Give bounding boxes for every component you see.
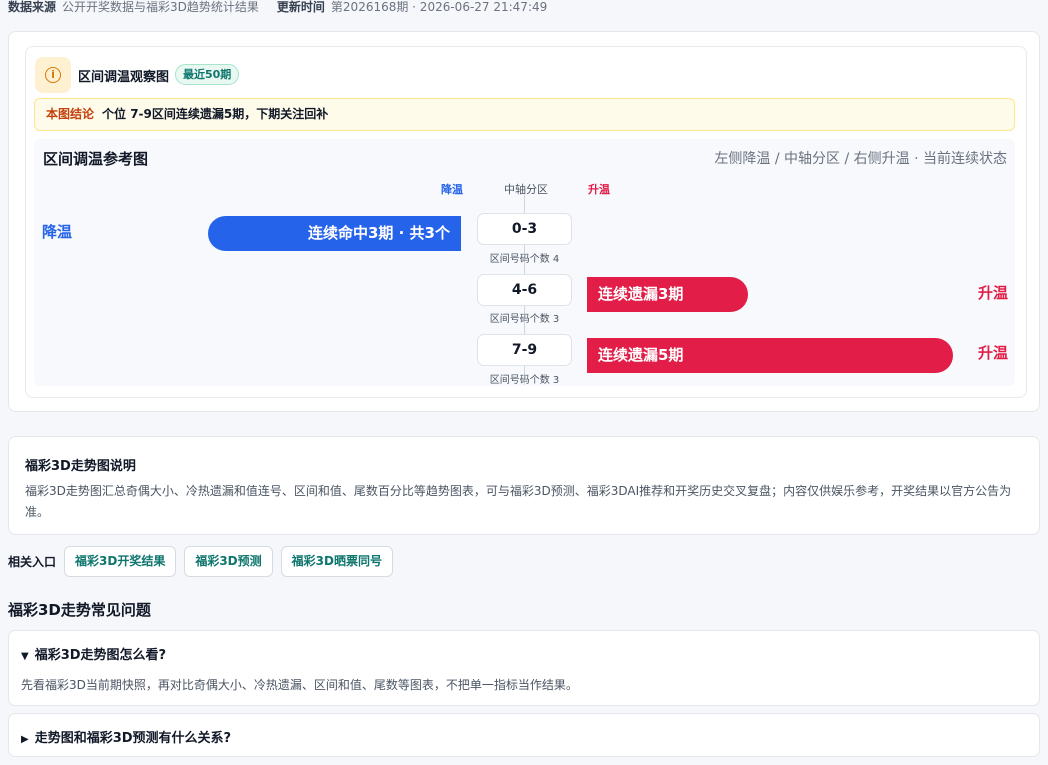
side-label-cool: 降温 — [42, 223, 73, 241]
faq-question-2-text: 走势图和福彩3D预测有什么关系? — [34, 731, 232, 746]
source-label: 数据来源 — [8, 0, 57, 14]
reference-chart: 区间调温参考图 左侧降温 / 中轴分区 / 右侧升温 · 当前连续状态 降温 中… — [34, 139, 1015, 386]
side-label-warm-7-9: 升温 — [977, 344, 1008, 362]
streak-bar-7-9: 连续遗漏5期 — [587, 338, 953, 373]
faq-question-1[interactable]: ▼ 福彩3D走势图怎么看? — [21, 644, 166, 663]
zone-temperature-panel: i 区间调温观察图 最近50期 本图结论 个位 7-9区间连续遗漏5期，下期关注回… — [25, 46, 1027, 398]
triangle-right-icon: ▶ — [21, 734, 29, 745]
description-title: 福彩3D走势图说明 — [25, 459, 136, 474]
description-body: 福彩3D走势图汇总奇偶大小、冷热遗漏和值连号、区间和值、尾数百分比等趋势图表，可… — [25, 484, 1012, 519]
reference-title: 区间调温参考图 — [43, 150, 149, 168]
update-value: 第2026168期 · 2026-06-27 21:47:49 — [330, 0, 548, 14]
link-prediction[interactable]: 福彩3D预测 — [184, 545, 273, 577]
link-ticket-share[interactable]: 福彩3D晒票同号 — [280, 545, 393, 577]
faq-question-2[interactable]: ▶ 走势图和福彩3D预测有什么关系? — [21, 727, 231, 746]
column-head-axis: 中轴分区 — [504, 183, 548, 196]
zone-count-7-9: 区间号码个数 3 — [489, 375, 560, 386]
column-head-warm: 升温 — [588, 183, 610, 196]
faq-item-expanded[interactable]: ▼ 福彩3D走势图怎么看? 先看福彩3D当前期快照，再对比奇偶大小、冷热遗漏、区间… — [8, 630, 1040, 706]
link-draw-results[interactable]: 福彩3D开奖结果 — [64, 545, 177, 577]
zone-box-4-6: 4-6 — [477, 274, 572, 306]
faq-question-1-text: 福彩3D走势图怎么看? — [34, 648, 167, 663]
faq-title: 福彩3D走势常见问题 — [8, 601, 151, 619]
recent-periods-badge: 最近50期 — [175, 64, 240, 85]
faq-item-collapsed[interactable]: ▶ 走势图和福彩3D预测有什么关系? — [8, 713, 1040, 757]
streak-bar-0-3: 连续命中3期 · 共3个 — [208, 216, 461, 251]
trend-description-card: 福彩3D走势图说明 福彩3D走势图汇总奇偶大小、冷热遗漏和值连号、区间和值、尾数… — [8, 436, 1040, 535]
source-value: 公开开奖数据与福彩3D趋势统计结果 — [62, 0, 259, 14]
conclusion-banner: 本图结论 个位 7-9区间连续遗漏5期，下期关注回补 — [34, 98, 1015, 131]
streak-bar-4-6: 连续遗漏3期 — [587, 277, 748, 312]
update-label: 更新时间 — [276, 0, 325, 14]
zone-box-0-3: 0-3 — [477, 213, 572, 245]
zone-count-4-6: 区间号码个数 3 — [489, 314, 560, 325]
side-label-warm-4-6: 升温 — [977, 284, 1008, 302]
related-label: 相关入口 — [8, 554, 57, 569]
reference-subtitle: 左侧降温 / 中轴分区 / 右侧升温 · 当前连续状态 — [714, 151, 1007, 167]
conclusion-text: 个位 7-9区间连续遗漏5期，下期关注回补 — [102, 107, 329, 121]
data-source-bar: 数据来源 公开开奖数据与福彩3D趋势统计结果 更新时间 第2026168期 · 202… — [8, 0, 547, 16]
faq-answer-1: 先看福彩3D当前期快照，再对比奇偶大小、冷热遗漏、区间和值、尾数等图表，不把单一… — [21, 678, 578, 692]
column-head-cool: 降温 — [441, 183, 463, 196]
triangle-down-icon: ▼ — [21, 651, 29, 662]
conclusion-label: 本图结论 — [46, 107, 95, 121]
info-icon: i — [35, 57, 71, 93]
zone-count-0-3: 区间号码个数 4 — [489, 254, 560, 265]
panel-title: 区间调温观察图 — [78, 70, 170, 85]
related-links: 相关入口 福彩3D开奖结果 福彩3D预测 福彩3D晒票同号 — [8, 545, 401, 577]
zone-temperature-card: i 区间调温观察图 最近50期 本图结论 个位 7-9区间连续遗漏5期，下期关注回… — [8, 31, 1040, 412]
zone-box-7-9: 7-9 — [477, 334, 572, 366]
